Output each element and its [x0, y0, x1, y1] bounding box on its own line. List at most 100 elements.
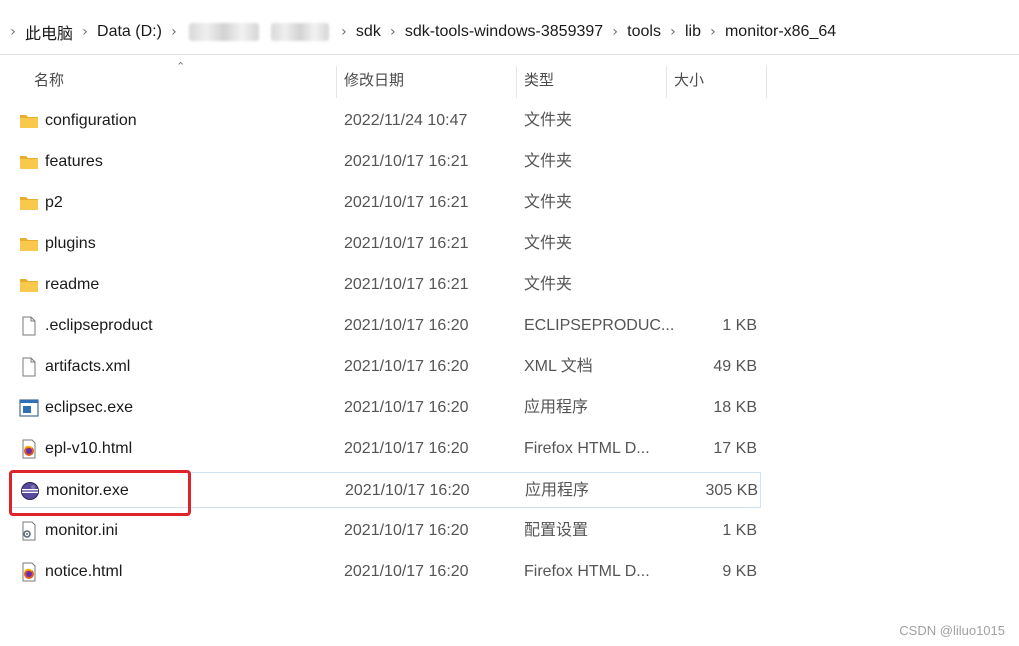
chevron-right-icon[interactable]: ›: [165, 24, 183, 40]
column-divider[interactable]: [766, 66, 767, 98]
file-modified-date: 2021/10/17 16:20: [344, 358, 469, 375]
file-name: p2: [45, 194, 63, 211]
file-type: 应用程序: [525, 482, 590, 499]
chevron-right-icon[interactable]: ›: [704, 24, 722, 40]
file-type: 文件夹: [524, 194, 573, 211]
file-name: monitor.ini: [45, 522, 118, 539]
file-type: 文件夹: [524, 153, 573, 170]
document-icon: [19, 316, 39, 336]
folder-icon: [19, 152, 39, 172]
column-header-name[interactable]: 名称: [34, 66, 64, 98]
column-header-size[interactable]: 大小: [674, 66, 704, 98]
file-type: XML 文档: [524, 358, 593, 375]
breadcrumb-this-pc[interactable]: 此电脑: [22, 20, 76, 44]
column-divider[interactable]: [516, 66, 517, 98]
document-icon: [19, 357, 39, 377]
sort-ascending-icon: ⌃: [176, 60, 186, 73]
file-row[interactable]: artifacts.xml 2021/10/17 16:20 XML 文档 49 KB: [9, 349, 761, 385]
file-row[interactable]: eclipsec.exe 2021/10/17 16:20 应用程序 18 KB: [9, 390, 761, 426]
chevron-right-icon[interactable]: ›: [384, 24, 402, 40]
breadcrumb-lib[interactable]: lib: [682, 23, 704, 41]
folder-icon: [19, 111, 39, 131]
file-size: 1 KB: [722, 522, 757, 539]
file-row[interactable]: plugins 2021/10/17 16:21 文件夹: [9, 226, 761, 262]
file-size: 18 KB: [713, 399, 757, 416]
file-type: ECLIPSEPRODUC...: [524, 317, 675, 334]
file-modified-date: 2021/10/17 16:21: [344, 153, 469, 170]
file-type: 文件夹: [524, 112, 573, 129]
file-row[interactable]: epl-v10.html 2021/10/17 16:20 Firefox HTML…: [9, 431, 761, 467]
file-name: readme: [45, 276, 100, 293]
file-size: [659, 267, 757, 303]
file-name: .eclipseproduct: [45, 317, 153, 334]
file-modified-date: 2021/10/17 16:20: [344, 522, 469, 539]
file-name: configuration: [45, 112, 137, 129]
file-size: [659, 226, 757, 262]
file-size: [659, 185, 757, 221]
breadcrumb-drive[interactable]: Data (D:): [94, 23, 165, 41]
file-name: plugins: [45, 235, 96, 252]
breadcrumb-current[interactable]: monitor-x86_64: [722, 23, 839, 41]
column-header-type[interactable]: 类型: [524, 66, 554, 98]
file-modified-date: 2021/10/17 16:21: [344, 194, 469, 211]
chevron-right-icon[interactable]: ›: [335, 24, 353, 40]
file-name: features: [45, 153, 103, 170]
file-modified-date: 2021/10/17 16:21: [344, 276, 469, 293]
folder-icon: [19, 275, 39, 295]
file-modified-date: 2021/10/17 16:20: [344, 563, 469, 580]
file-modified-date: 2022/11/24 10:47: [344, 112, 468, 129]
file-type: 配置设置: [524, 522, 589, 539]
folder-icon: [19, 193, 39, 213]
file-type: 文件夹: [524, 276, 573, 293]
file-row[interactable]: p2 2021/10/17 16:21 文件夹: [9, 185, 761, 221]
file-name: artifacts.xml: [45, 358, 131, 375]
file-row[interactable]: notice.html 2021/10/17 16:20 Firefox HTML …: [9, 554, 761, 590]
annotation-highlight-box: [9, 470, 191, 516]
chevron-right-icon[interactable]: ›: [664, 24, 682, 40]
file-type: 文件夹: [524, 235, 573, 252]
file-name: notice.html: [45, 563, 123, 580]
chevron-right-icon[interactable]: ›: [606, 24, 624, 40]
column-divider[interactable]: [666, 66, 667, 98]
file-name: eclipsec.exe: [45, 399, 134, 416]
folder-icon: [19, 234, 39, 254]
file-modified-date: 2021/10/17 16:21: [344, 235, 469, 252]
file-row[interactable]: .eclipseproduct 2021/10/17 16:20 ECLIPSEPR…: [9, 308, 761, 344]
file-row[interactable]: readme 2021/10/17 16:21 文件夹: [9, 267, 761, 303]
file-size: [659, 103, 757, 139]
file-name: epl-v10.html: [45, 440, 133, 457]
file-modified-date: 2021/10/17 16:20: [344, 399, 469, 416]
firefox-html-icon: [19, 562, 39, 582]
chevron-right-icon[interactable]: ›: [76, 24, 94, 40]
redacted-path-segment: [188, 23, 259, 41]
file-type: Firefox HTML D...: [524, 563, 650, 580]
file-modified-date: 2021/10/17 16:20: [344, 317, 469, 334]
firefox-html-icon: [19, 439, 39, 459]
column-header-date[interactable]: 修改日期: [344, 66, 404, 98]
redacted-path-segment: [270, 23, 329, 41]
file-modified-date: 2021/10/17 16:20: [344, 440, 469, 457]
file-size: 1 KB: [722, 317, 757, 334]
file-size: 305 KB: [705, 482, 758, 499]
column-header-row: ⌃ 名称 修改日期 类型 大小: [0, 60, 770, 98]
file-type: 应用程序: [524, 399, 589, 416]
file-size: 49 KB: [713, 358, 757, 375]
file-row[interactable]: features 2021/10/17 16:21 文件夹: [9, 144, 761, 180]
breadcrumb-tools[interactable]: tools: [624, 23, 664, 41]
settings-file-icon: [19, 521, 39, 541]
console-app-icon: [19, 398, 39, 418]
file-row[interactable]: configuration 2022/11/24 10:47 文件夹: [9, 103, 761, 139]
chevron-right-icon[interactable]: ›: [4, 24, 22, 40]
file-explorer: › 此电脑 › Data (D:) › › sdk › sdk-tools-wi…: [0, 0, 1019, 646]
file-type: Firefox HTML D...: [524, 440, 650, 457]
file-size: [659, 144, 757, 180]
watermark: CSDN @liluo1015: [899, 623, 1005, 638]
file-size: 17 KB: [713, 440, 757, 457]
column-divider[interactable]: [336, 66, 337, 98]
breadcrumb-sdk-tools-windows[interactable]: sdk-tools-windows-3859397: [402, 23, 606, 41]
file-row[interactable]: monitor.ini 2021/10/17 16:20 配置设置 1 KB: [9, 513, 761, 549]
address-bar[interactable]: › 此电脑 › Data (D:) › › sdk › sdk-tools-wi…: [0, 10, 1019, 55]
file-modified-date: 2021/10/17 16:20: [345, 482, 470, 499]
breadcrumb-sdk[interactable]: sdk: [353, 23, 384, 41]
file-size: 9 KB: [722, 563, 757, 580]
